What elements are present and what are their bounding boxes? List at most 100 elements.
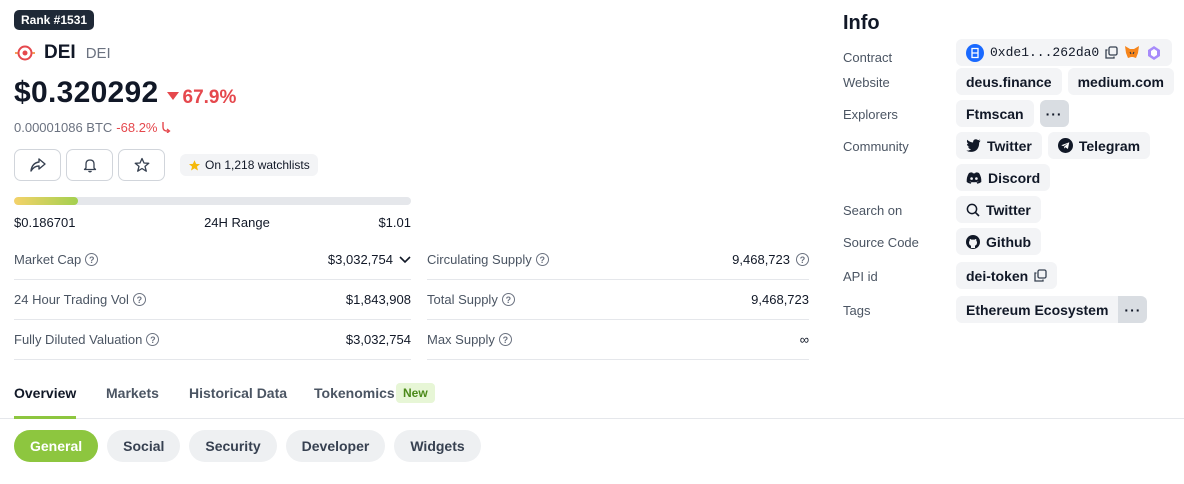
price-change: 67.9% xyxy=(166,87,237,109)
star-button[interactable] xyxy=(118,149,165,181)
help-icon[interactable]: ? xyxy=(132,293,146,306)
chip-label: Discord xyxy=(988,169,1041,186)
website-chip[interactable]: medium.com xyxy=(1067,68,1174,95)
tags-more-button[interactable]: ··· xyxy=(1118,296,1148,323)
help-icon[interactable]: ? xyxy=(535,253,549,266)
api-id-label: API id xyxy=(843,269,878,284)
help-icon[interactable]: ? xyxy=(498,333,512,346)
price-usd: $0.320292 xyxy=(14,76,159,109)
stat-label: Circulating Supply xyxy=(427,252,532,267)
chevron-down-icon[interactable] xyxy=(399,255,411,264)
community-label: Community xyxy=(843,139,909,154)
tab-overview[interactable]: Overview xyxy=(14,385,77,419)
api-id-chip[interactable]: dei-token xyxy=(956,262,1058,289)
copy-icon[interactable] xyxy=(1034,269,1047,282)
coin-actions: On 1,218 watchlists xyxy=(14,149,318,181)
stat-fdv: Fully Diluted Valuation? $3,032,754 xyxy=(14,320,411,360)
chip-label: Telegram xyxy=(1078,137,1141,154)
github-icon xyxy=(966,234,980,249)
coin-symbol: DEI xyxy=(85,44,111,62)
explorers-more-button[interactable]: ··· xyxy=(1039,100,1069,127)
range-label: 24H Range xyxy=(204,215,270,230)
contract-chips: 0xde1...262da0 xyxy=(956,39,1176,66)
stat-label: Max Supply xyxy=(427,332,495,347)
tab-markets[interactable]: Markets xyxy=(106,385,159,419)
community-discord[interactable]: Discord xyxy=(956,164,1051,191)
metamask-icon[interactable] xyxy=(1124,45,1140,60)
range-bar xyxy=(14,197,411,205)
website-chips: deus.finance medium.com xyxy=(956,68,1176,95)
stat-value: 9,468,723 xyxy=(732,252,790,267)
pill-developer[interactable]: Developer xyxy=(285,430,386,462)
range-high: $1.01 xyxy=(378,215,411,230)
pill-security[interactable]: Security xyxy=(189,430,277,462)
trend-down-icon xyxy=(162,122,171,134)
stat-value: ∞ xyxy=(799,332,809,347)
explorers-label: Explorers xyxy=(843,107,898,122)
help-icon[interactable]: ? xyxy=(146,333,160,346)
btc-change: -68.2% xyxy=(116,120,171,135)
stat-total-supply: Total Supply? 9,468,723 xyxy=(427,280,809,320)
new-badge: New xyxy=(396,383,435,403)
explorer-chips: Ftmscan ··· xyxy=(956,100,1176,127)
info-title: Info xyxy=(843,12,880,34)
tag-chips: Ethereum Ecosystem ··· xyxy=(956,296,1176,323)
chip-label: dei-token xyxy=(966,267,1029,284)
coin-header: DEI DEI xyxy=(14,42,111,64)
down-triangle-icon xyxy=(166,92,179,100)
pill-general[interactable]: General xyxy=(14,430,99,462)
coin-name: DEI xyxy=(44,42,76,63)
price-change-value: 67.9% xyxy=(182,87,237,108)
search-twitter-chip[interactable]: Twitter xyxy=(956,196,1041,223)
source-chips: Github xyxy=(956,228,1176,255)
chip-label: Twitter xyxy=(986,201,1031,218)
help-icon[interactable]: ? xyxy=(501,293,515,306)
chain-link-icon[interactable] xyxy=(1146,45,1162,61)
tag-chip[interactable]: Ethereum Ecosystem xyxy=(956,296,1119,323)
copy-icon[interactable] xyxy=(1105,46,1118,59)
website-chip[interactable]: deus.finance xyxy=(956,68,1062,95)
alert-button[interactable] xyxy=(66,149,113,181)
star-filled-icon xyxy=(188,159,201,171)
tab-historical-data[interactable]: Historical Data xyxy=(189,385,287,419)
price-row: $0.320292 67.9% xyxy=(14,76,236,110)
range-fill xyxy=(14,197,78,205)
help-icon[interactable]: ? xyxy=(85,253,99,266)
section-pills: General Social Security Developer Widget… xyxy=(14,430,481,462)
stat-value: $3,032,754 xyxy=(327,252,393,267)
telegram-icon xyxy=(1057,138,1073,153)
search-icon xyxy=(966,203,980,217)
source-code-label: Source Code xyxy=(843,235,919,250)
pill-social[interactable]: Social xyxy=(107,430,181,462)
stats-grid: Market Cap? $3,032,754 Circulating Suppl… xyxy=(14,240,809,360)
stat-label: Total Supply xyxy=(427,292,498,307)
community-chips: Twitter Telegram Discord xyxy=(956,132,1176,191)
stat-value: 9,468,723 xyxy=(751,292,809,307)
share-button[interactable] xyxy=(14,149,61,181)
price-btc: 0.00001086 BTC xyxy=(14,120,113,135)
rank-badge: Rank #1531 xyxy=(14,10,95,30)
chip-label: Github xyxy=(986,233,1032,250)
stat-value: $3,032,754 xyxy=(345,332,411,347)
range-labels: $0.186701 24H Range $1.01 xyxy=(14,215,411,230)
dei-logo-icon xyxy=(15,45,35,61)
stat-circulating-supply: Circulating Supply? 9,468,723? xyxy=(427,240,809,280)
stat-label: Market Cap xyxy=(14,252,82,267)
bell-icon xyxy=(83,159,96,173)
community-telegram[interactable]: Telegram xyxy=(1047,132,1151,159)
content-tabs: Overview Markets Historical Data Tokenom… xyxy=(0,375,1184,419)
explorer-chip[interactable]: Ftmscan xyxy=(956,100,1034,127)
stat-volume: 24 Hour Trading Vol? $1,843,908 xyxy=(14,280,411,320)
community-twitter[interactable]: Twitter xyxy=(956,132,1042,159)
api-chips: dei-token xyxy=(956,262,1176,289)
tab-tokenomics[interactable]: Tokenomics xyxy=(314,385,395,419)
contract-chip[interactable]: 0xde1...262da0 xyxy=(956,39,1173,66)
pill-widgets[interactable]: Widgets xyxy=(394,430,481,462)
stat-value: $1,843,908 xyxy=(345,292,411,307)
stat-max-supply: Max Supply? ∞ xyxy=(427,320,809,360)
star-icon xyxy=(134,157,149,172)
website-label: Website xyxy=(843,75,890,90)
help-icon[interactable]: ? xyxy=(796,253,809,266)
watchlist-text: On 1,218 watchlists xyxy=(205,158,310,172)
github-chip[interactable]: Github xyxy=(956,228,1042,255)
